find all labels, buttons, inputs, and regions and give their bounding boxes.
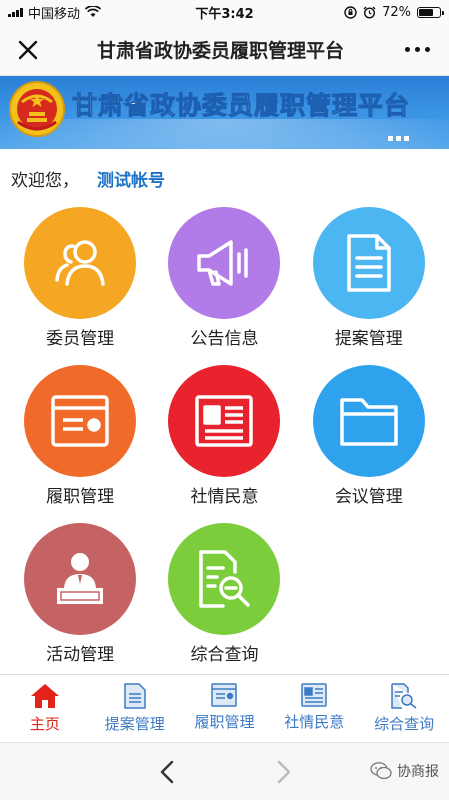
tab-label: 主页 xyxy=(29,715,60,733)
nav-bar: 甘肃省政协委员履职管理平台 xyxy=(0,24,449,76)
module-label: 社情民意 xyxy=(190,487,259,507)
module-circle xyxy=(168,365,281,477)
module-label: 综合查询 xyxy=(190,645,259,665)
status-left: 中国移动 xyxy=(8,3,102,22)
module-circle xyxy=(312,365,425,477)
module-comprehensive-query[interactable]: 综合查询 xyxy=(152,523,296,667)
tab-duty-management[interactable]: 履职管理 xyxy=(180,675,270,742)
tab-proposal-management[interactable]: 提案管理 xyxy=(90,675,180,742)
banner-dots-icon xyxy=(388,136,409,141)
folder-icon xyxy=(340,398,398,446)
module-circle xyxy=(312,207,425,319)
document-icon xyxy=(123,683,146,709)
module-circle xyxy=(24,207,137,319)
orientation-lock-icon xyxy=(344,5,357,19)
more-icon xyxy=(404,47,410,52)
battery-icon xyxy=(417,6,444,18)
bottom-tab-bar: 主页 提案管理 履职管理 社情民意 综合查询 xyxy=(0,674,449,742)
module-circle xyxy=(24,365,137,477)
carrier-label: 中国移动 xyxy=(28,6,81,22)
watermark: 协商报 xyxy=(370,761,439,781)
close-icon xyxy=(18,40,38,59)
status-right: 72% xyxy=(344,4,444,20)
module-grid: 委员管理 公告信息 提案管理 履职管理 社情民意 会议管理 活动管理 综合查询 xyxy=(0,207,449,667)
module-meeting-management[interactable]: 会议管理 xyxy=(297,365,441,509)
tab-label: 提案管理 xyxy=(104,715,165,733)
newspaper-icon xyxy=(301,683,328,707)
watermark-text: 协商报 xyxy=(397,764,439,780)
presenter-icon xyxy=(57,553,104,604)
newspaper-icon xyxy=(195,395,254,447)
wifi-icon xyxy=(85,6,102,17)
module-label: 履职管理 xyxy=(46,487,115,507)
welcome-row: 欢迎您， 测试帐号 xyxy=(0,149,449,207)
browser-window-icon xyxy=(51,395,109,447)
status-bar: 中国移动 下午3:42 72% xyxy=(0,0,449,24)
document-icon xyxy=(347,234,391,292)
module-public-opinion[interactable]: 社情民意 xyxy=(152,365,296,509)
battery-fill xyxy=(419,8,434,16)
account-name-link[interactable]: 测试帐号 xyxy=(97,166,165,191)
header-banner: 甘肃省政协委员履职管理平台 xyxy=(0,76,449,149)
module-label: 公告信息 xyxy=(190,329,259,349)
module-activity-management[interactable]: 活动管理 xyxy=(8,523,152,667)
tab-label: 综合查询 xyxy=(374,715,435,733)
close-button[interactable] xyxy=(12,34,44,66)
welcome-greeting: 欢迎您， xyxy=(11,170,79,191)
back-arrow-icon[interactable] xyxy=(155,759,179,785)
home-icon xyxy=(30,684,59,708)
module-circle xyxy=(24,523,137,635)
module-label: 活动管理 xyxy=(46,645,115,665)
module-circle xyxy=(168,207,281,319)
people-icon xyxy=(55,240,105,286)
module-label: 委员管理 xyxy=(46,329,115,349)
cppcc-emblem-logo xyxy=(9,81,65,137)
alarm-icon xyxy=(363,6,376,19)
module-committee-management[interactable]: 委员管理 xyxy=(8,207,152,351)
search-document-icon xyxy=(199,550,251,608)
module-duty-management[interactable]: 履职管理 xyxy=(8,365,152,509)
megaphone-icon xyxy=(197,240,249,286)
module-label: 提案管理 xyxy=(334,329,403,349)
more-button[interactable] xyxy=(397,34,437,66)
tab-public-opinion[interactable]: 社情民意 xyxy=(269,675,359,742)
browser-window-icon xyxy=(211,683,238,707)
tab-label: 履职管理 xyxy=(194,713,255,731)
wechat-icon xyxy=(370,762,392,780)
module-circle xyxy=(168,523,281,635)
search-document-icon xyxy=(391,683,417,709)
module-announcements[interactable]: 公告信息 xyxy=(152,207,296,351)
module-label: 会议管理 xyxy=(334,487,403,507)
module-proposal-management[interactable]: 提案管理 xyxy=(297,207,441,351)
signal-icon xyxy=(8,7,23,17)
forward-arrow-icon[interactable] xyxy=(272,759,296,785)
browser-toolbar: 协商报 xyxy=(0,742,449,800)
tab-comprehensive-query[interactable]: 综合查询 xyxy=(359,675,449,742)
tab-label: 社情民意 xyxy=(284,713,345,731)
page-title: 甘肃省政协委员履职管理平台 xyxy=(96,40,344,62)
banner-title: 甘肃省政协委员履职管理平台 xyxy=(71,91,411,121)
tab-home[interactable]: 主页 xyxy=(0,675,90,742)
battery-percent: 72% xyxy=(382,4,411,20)
